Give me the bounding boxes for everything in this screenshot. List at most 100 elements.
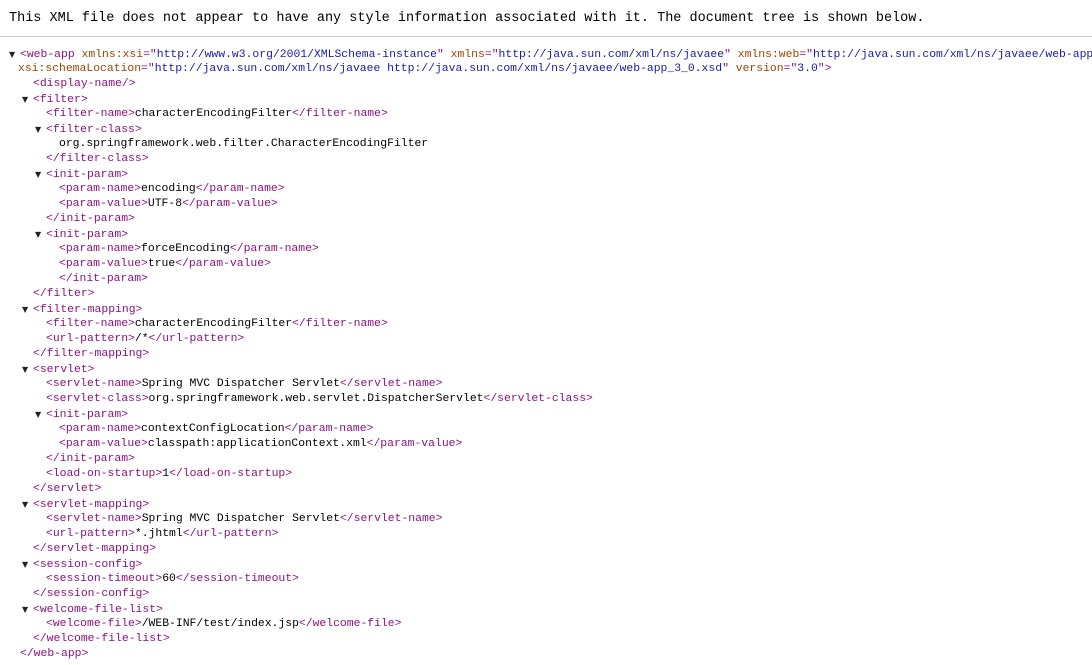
xml-tag-markup: </param-name>	[284, 423, 374, 435]
xml-line: <servlet-class>org.springframework.web.s…	[0, 392, 1092, 407]
xml-text-content: Spring MVC Dispatcher Servlet	[141, 378, 340, 390]
collapse-triangle-icon[interactable]: ▼	[35, 227, 46, 242]
collapse-triangle-icon[interactable]: ▼	[22, 302, 33, 317]
xml-tag-markup: </param-value>	[175, 258, 271, 270]
xml-tag-markup: <welcome-file-list>	[33, 604, 163, 616]
xml-line: ▼ <welcome-file-list>	[0, 602, 1092, 617]
collapse-triangle-icon[interactable]: ▼	[35, 122, 46, 137]
xml-text-content: contextConfigLocation	[141, 423, 285, 435]
xml-line: </filter>	[0, 287, 1092, 302]
xml-line: ▼ <init-param>	[0, 407, 1092, 422]
xml-tag-markup: </servlet-name>	[339, 513, 443, 525]
xml-line: </session-config>	[0, 587, 1092, 602]
xml-tag-markup: <session-timeout>	[46, 573, 163, 585]
xml-line: xsi:schemaLocation="http://java.sun.com/…	[0, 62, 1092, 77]
xml-line: <servlet-name>Spring MVC Dispatcher Serv…	[0, 512, 1092, 527]
xml-tag-markup: ="	[799, 49, 813, 61]
xml-line: </init-param>	[0, 212, 1092, 227]
xml-tag-markup: </param-name>	[195, 183, 285, 195]
xml-tag-markup: <param-name>	[59, 183, 142, 195]
xml-tag-markup: <display-name/>	[33, 78, 136, 90]
collapse-triangle-icon[interactable]: ▼	[9, 47, 20, 62]
xml-tag-markup: <load-on-startup>	[46, 468, 163, 480]
xml-text-content: UTF-8	[147, 198, 183, 210]
xml-tag-markup: <filter-name>	[46, 318, 135, 330]
xml-line: <param-value>classpath:applicationContex…	[0, 437, 1092, 452]
xml-tag-markup: <servlet>	[33, 364, 95, 376]
xml-text-content: Spring MVC Dispatcher Servlet	[141, 513, 340, 525]
xml-attribute-name: xmlns:web	[737, 49, 800, 61]
collapse-triangle-icon[interactable]: ▼	[35, 407, 46, 422]
xml-attribute-name: xmlns:xsi	[81, 49, 144, 61]
xml-line: <param-name>encoding</param-name>	[0, 182, 1092, 197]
xml-tag-markup: <session-config>	[33, 559, 143, 571]
xml-tag-markup: <filter-name>	[46, 108, 135, 120]
xml-tag-markup: </filter>	[33, 288, 95, 300]
xml-text-content: 60	[162, 573, 176, 585]
xml-tag-markup: </servlet-name>	[339, 378, 443, 390]
xml-text-content: encoding	[141, 183, 196, 195]
xml-tag-markup: <url-pattern>	[46, 528, 135, 540]
xml-attribute-value: http://java.sun.com/xml/ns/javaee/web-ap…	[812, 49, 1092, 61]
xml-line: ▼ <init-param>	[0, 167, 1092, 182]
xml-line: </web-app>	[0, 647, 1092, 662]
collapse-triangle-icon[interactable]: ▼	[22, 557, 33, 572]
xml-tag-markup: <filter-mapping>	[33, 304, 143, 316]
xml-line: <param-name>forceEncoding</param-name>	[0, 242, 1092, 257]
xml-attribute-value: http://java.sun.com/xml/ns/javaee	[498, 49, 725, 61]
xml-text-content: characterEncodingFilter	[134, 318, 293, 330]
xml-tag-markup: <init-param>	[46, 229, 129, 241]
xml-line: <param-name>contextConfigLocation</param…	[0, 422, 1092, 437]
xml-tag-markup: </welcome-file-list>	[33, 633, 170, 645]
xml-style-info-banner: This XML file does not appear to have an…	[0, 0, 1092, 37]
xml-tag-markup: </servlet>	[33, 483, 102, 495]
xml-text-content: /WEB-INF/test/index.jsp	[141, 618, 299, 630]
xml-tag-markup: <url-pattern>	[46, 333, 135, 345]
xml-tag-markup: </session-timeout>	[175, 573, 299, 585]
xml-line: <servlet-name>Spring MVC Dispatcher Serv…	[0, 377, 1092, 392]
xml-tag-markup: <servlet-name>	[46, 378, 142, 390]
xml-line: <filter-name>characterEncodingFilter</fi…	[0, 317, 1092, 332]
xml-line: </filter-mapping>	[0, 347, 1092, 362]
xml-tag-markup: ="	[141, 63, 155, 75]
xml-attribute-name: version	[735, 63, 784, 75]
xml-line: ▼ <session-config>	[0, 557, 1092, 572]
xml-tag-markup: <servlet-mapping>	[33, 499, 150, 511]
collapse-triangle-icon[interactable]: ▼	[35, 167, 46, 182]
xml-attribute-name: xmlns	[450, 49, 485, 61]
collapse-triangle-icon[interactable]: ▼	[22, 602, 33, 617]
collapse-triangle-icon[interactable]: ▼	[22, 362, 33, 377]
xml-tag-markup: </param-value>	[182, 198, 278, 210]
xml-tag-markup: </filter-name>	[292, 108, 388, 120]
xml-tag-markup: ="	[484, 49, 499, 61]
xml-tag-markup: <param-value>	[59, 198, 148, 210]
xml-tag-markup: "	[437, 49, 451, 61]
xml-tag-markup: ="	[143, 49, 157, 61]
collapse-triangle-icon[interactable]: ▼	[22, 497, 33, 512]
xml-text-content: *.jhtml	[134, 528, 183, 540]
xml-tag-markup: <init-param>	[46, 169, 129, 181]
xml-tag-markup: </filter-mapping>	[33, 348, 150, 360]
xml-line: </init-param>	[0, 272, 1092, 287]
xml-attribute-name: xsi:schemaLocation	[18, 63, 142, 75]
xml-line: </welcome-file-list>	[0, 632, 1092, 647]
xml-line: org.springframework.web.filter.Character…	[0, 137, 1092, 152]
xml-tag-markup: </param-value>	[366, 438, 463, 450]
xml-tag-markup: "	[724, 49, 738, 61]
xml-tag-markup: </web-app>	[20, 648, 89, 660]
collapse-triangle-icon[interactable]: ▼	[22, 92, 33, 107]
xml-line: ▼ <filter-class>	[0, 122, 1092, 137]
xml-tag-markup: <init-param>	[46, 409, 129, 421]
xml-tag-markup: <servlet-name>	[46, 513, 142, 525]
xml-line: <session-timeout>60</session-timeout>	[0, 572, 1092, 587]
xml-tag-markup: </filter-name>	[292, 318, 388, 330]
xml-line: ▼ <filter-mapping>	[0, 302, 1092, 317]
xml-tag-markup: <param-value>	[59, 438, 148, 450]
xml-text-content: forceEncoding	[141, 243, 230, 255]
xml-line: <param-value>true</param-value>	[0, 257, 1092, 272]
xml-tag-markup: </welcome-file>	[298, 618, 402, 630]
xml-tag-markup: "	[722, 63, 736, 75]
xml-line: <filter-name>characterEncodingFilter</fi…	[0, 107, 1092, 122]
xml-line: ▼ <servlet-mapping>	[0, 497, 1092, 512]
xml-tag-markup: <filter>	[33, 94, 88, 106]
